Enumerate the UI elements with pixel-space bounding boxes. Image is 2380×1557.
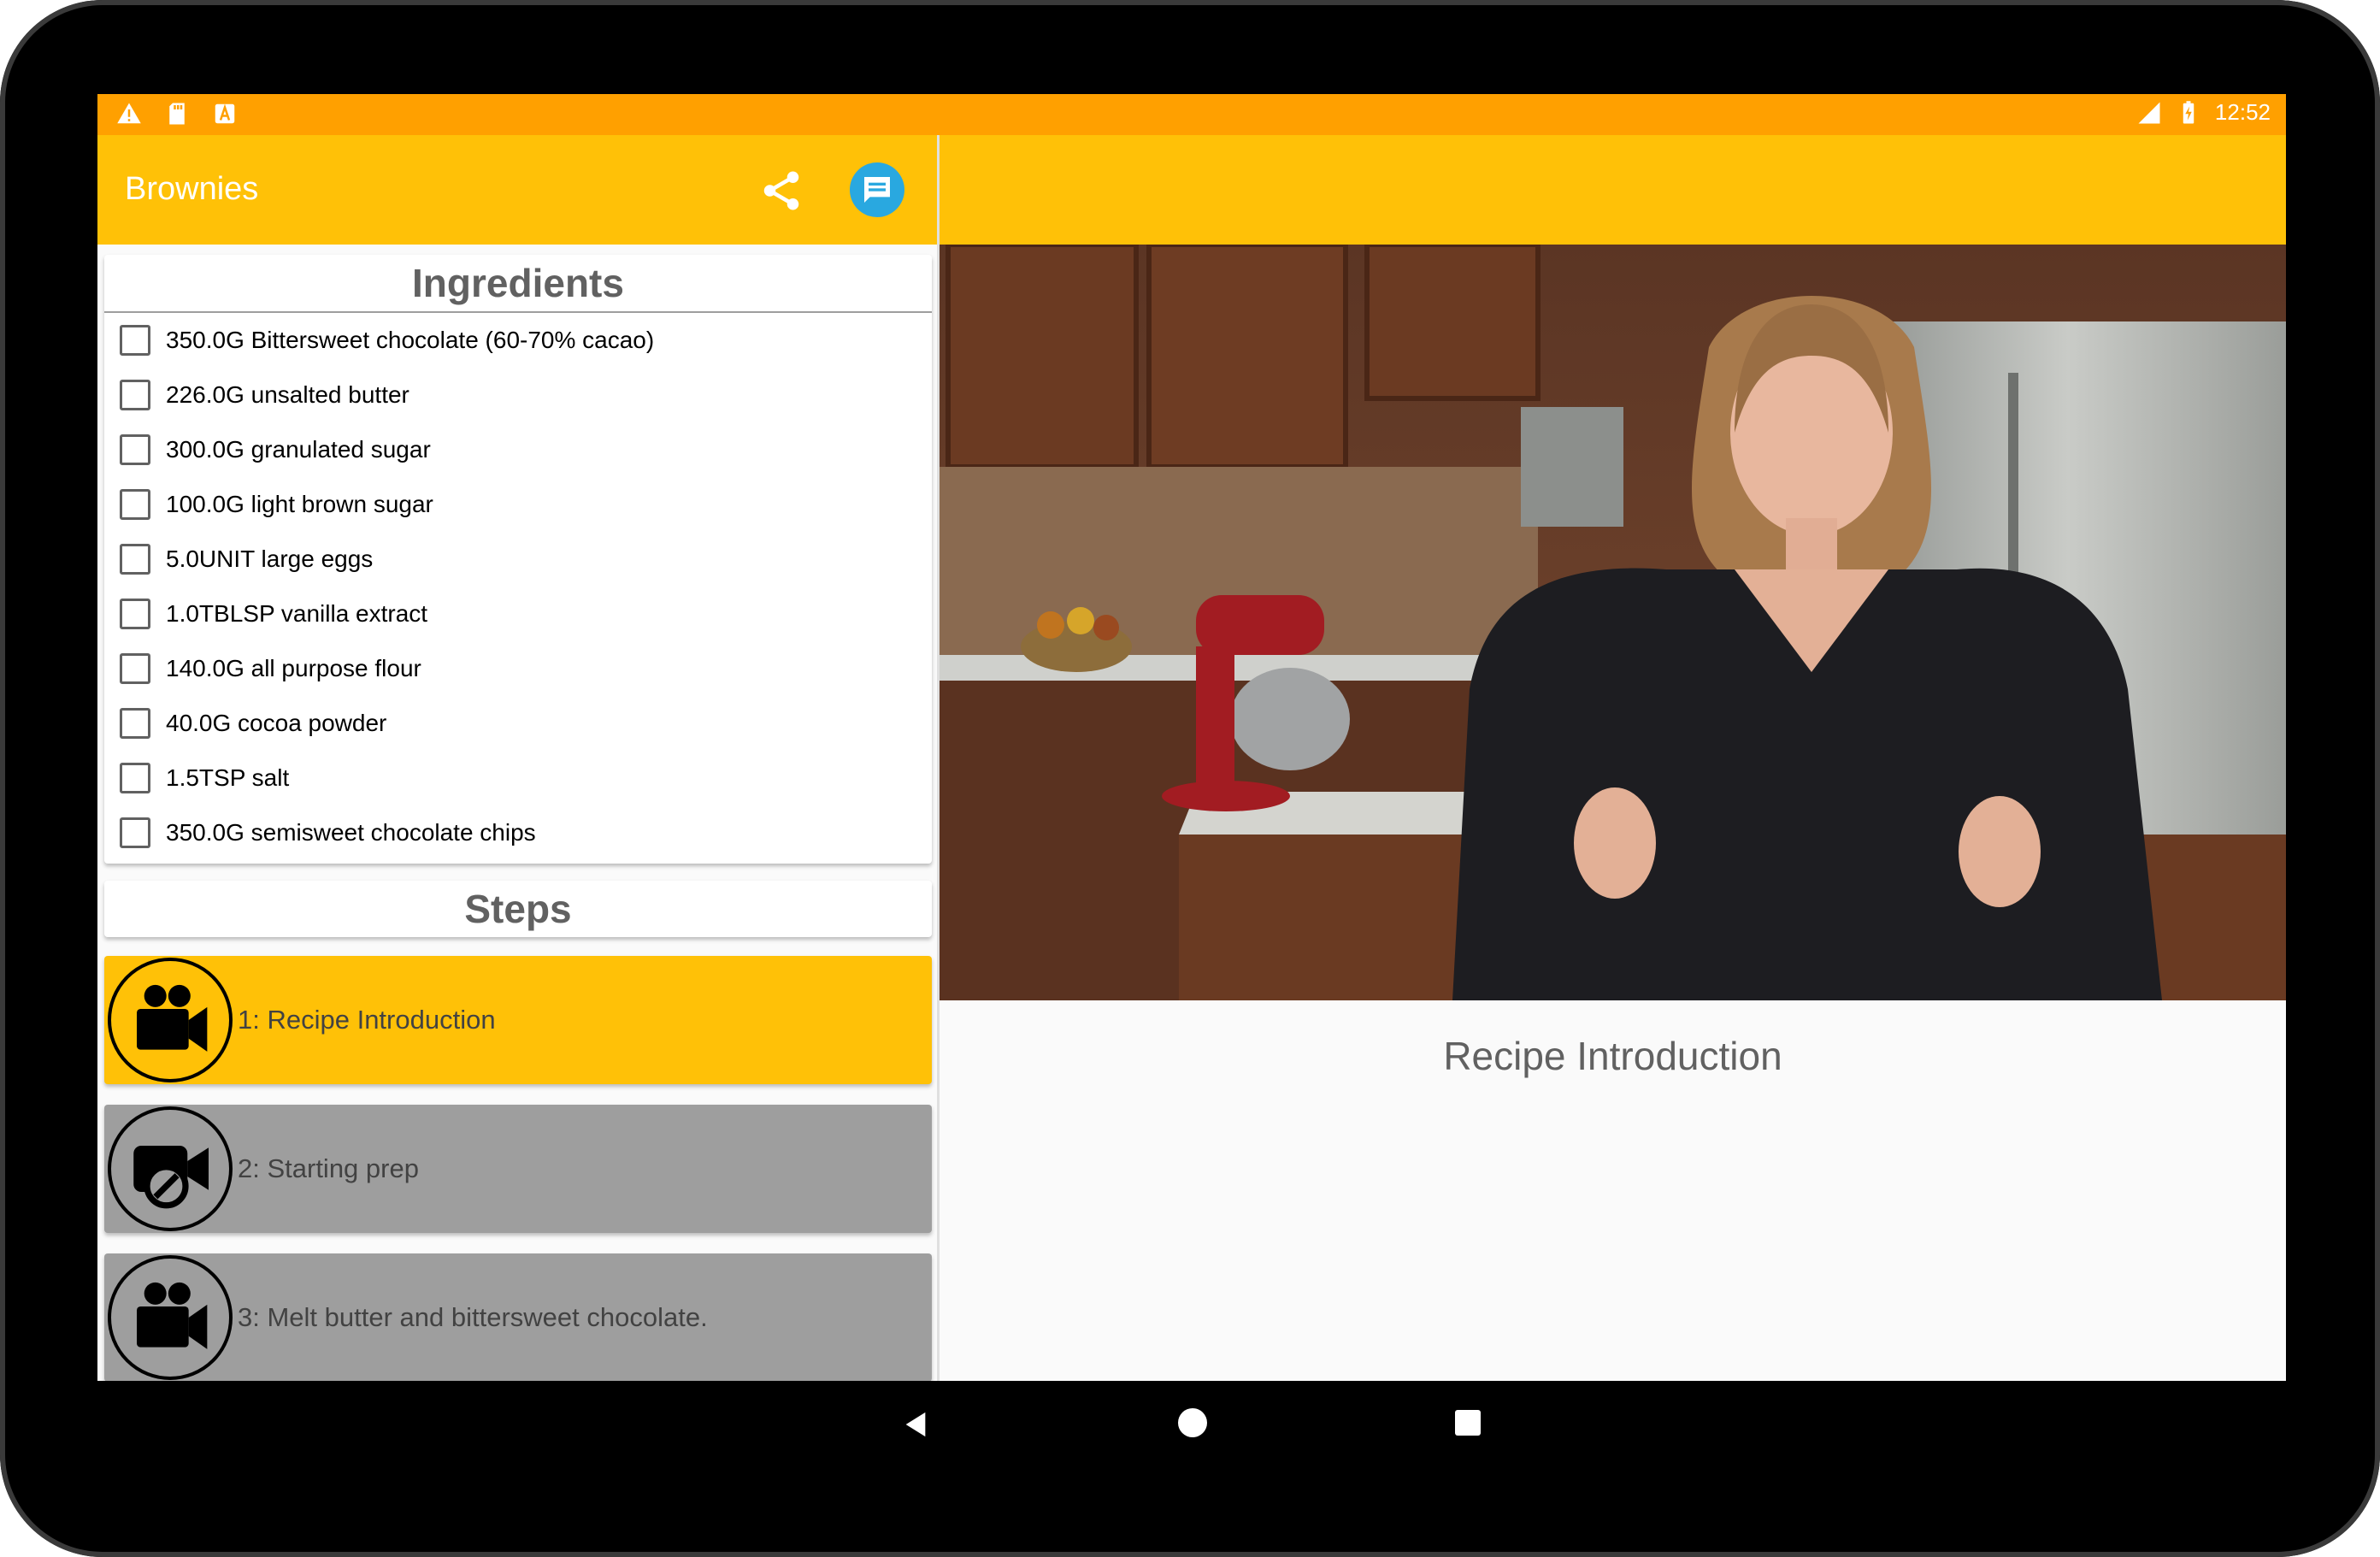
- step-label: 2: Starting prep: [238, 1153, 419, 1183]
- ingredient-checkbox[interactable]: [120, 325, 150, 356]
- ingredient-label: 40.0G cocoa powder: [166, 710, 387, 736]
- ingredient-checkbox[interactable]: [120, 763, 150, 793]
- ingredient-label: 140.0G all purpose flour: [166, 655, 421, 681]
- ingredient-item[interactable]: 300.0G granulated sugar: [104, 422, 932, 477]
- ingredient-item[interactable]: 350.0G semisweet chocolate chips: [104, 805, 932, 860]
- ingredient-checkbox[interactable]: [120, 544, 150, 575]
- ingredient-label: 350.0G Bittersweet chocolate (60-70% cac…: [166, 327, 655, 353]
- ingredient-checkbox[interactable]: [120, 653, 150, 684]
- ingredient-item[interactable]: 1.5TSP salt: [104, 751, 932, 805]
- ingredient-label: 1.5TSP salt: [166, 764, 290, 791]
- ingredient-item[interactable]: 40.0G cocoa powder: [104, 696, 932, 751]
- detail-app-bar: [940, 135, 2286, 245]
- video-player[interactable]: [940, 245, 2286, 1000]
- video-camera-off-icon: [108, 1106, 233, 1231]
- ingredient-checkbox[interactable]: [120, 434, 150, 465]
- battery-charging-icon: [2183, 100, 2194, 123]
- step-item-1[interactable]: 1: Recipe Introduction: [104, 956, 932, 1084]
- sd-card-icon: [169, 103, 185, 125]
- text-a-icon: [215, 103, 235, 124]
- step-label: 3: Melt butter and bittersweet chocolate…: [238, 1302, 708, 1332]
- recipe-master-pane: Brownies Ingredients 350.0G Bittersweet …: [97, 135, 940, 1381]
- home-icon[interactable]: [1178, 1408, 1207, 1437]
- share-button[interactable]: [733, 159, 829, 222]
- ingredient-item[interactable]: 100.0G light brown sugar: [104, 477, 932, 532]
- share-icon: [763, 171, 799, 210]
- signal-icon: [2138, 102, 2160, 123]
- ingredient-label: 226.0G unsalted butter: [166, 381, 409, 408]
- ingredient-label: 5.0UNIT large eggs: [166, 546, 374, 572]
- app-bar: Brownies: [97, 135, 937, 245]
- step-detail-pane: Recipe Introduction: [940, 135, 2286, 1381]
- ingredient-label: 1.0TBLSP vanilla extract: [166, 600, 428, 627]
- step-description: Recipe Introduction: [1443, 1034, 1782, 1078]
- ingredient-checkbox[interactable]: [120, 708, 150, 739]
- recent-apps-icon[interactable]: [1455, 1410, 1481, 1436]
- step-label: 1: Recipe Introduction: [238, 1005, 496, 1035]
- status-bar: 12:52: [97, 94, 2286, 135]
- step-item-3[interactable]: 3: Melt butter and bittersweet chocolate…: [104, 1253, 932, 1381]
- step-item-2[interactable]: 2: Starting prep: [104, 1105, 932, 1233]
- video-frame-image: [940, 245, 2286, 1000]
- back-icon[interactable]: [901, 1408, 930, 1441]
- message-icon: [864, 177, 890, 203]
- ingredient-checkbox[interactable]: [120, 380, 150, 410]
- steps-header: Steps: [464, 887, 572, 931]
- app-title: Brownies: [125, 171, 259, 207]
- ingredient-item[interactable]: 140.0G all purpose flour: [104, 641, 932, 696]
- ingredients-card: Ingredients 350.0G Bittersweet chocolate…: [104, 255, 932, 864]
- ingredient-checkbox[interactable]: [120, 489, 150, 520]
- video-camera-icon: [108, 1255, 233, 1380]
- ingredient-label: 300.0G granulated sugar: [166, 436, 431, 463]
- warning-icon: [117, 103, 141, 124]
- ingredient-checkbox[interactable]: [120, 599, 150, 629]
- ingredient-checkbox[interactable]: [120, 817, 150, 848]
- video-camera-icon: [108, 958, 233, 1082]
- clock: 12:52: [2214, 99, 2271, 125]
- ingredient-item[interactable]: 226.0G unsalted butter: [104, 368, 932, 422]
- ingredient-label: 350.0G semisweet chocolate chips: [166, 819, 536, 846]
- ingredient-item[interactable]: 1.0TBLSP vanilla extract: [104, 587, 932, 641]
- ingredient-item[interactable]: 350.0G Bittersweet chocolate (60-70% cac…: [104, 313, 932, 368]
- ingredients-list: 350.0G Bittersweet chocolate (60-70% cac…: [104, 313, 932, 860]
- ingredient-item[interactable]: 5.0UNIT large eggs: [104, 532, 932, 587]
- ingredient-label: 100.0G light brown sugar: [166, 491, 433, 517]
- ingredients-header: Ingredients: [104, 255, 932, 313]
- message-button[interactable]: [850, 162, 904, 217]
- steps-header-card: Steps: [104, 881, 932, 937]
- screen: 12:52 Brownies Ingredients 350.0G Bitter…: [97, 94, 2286, 1381]
- system-nav-bar: [97, 1381, 2286, 1466]
